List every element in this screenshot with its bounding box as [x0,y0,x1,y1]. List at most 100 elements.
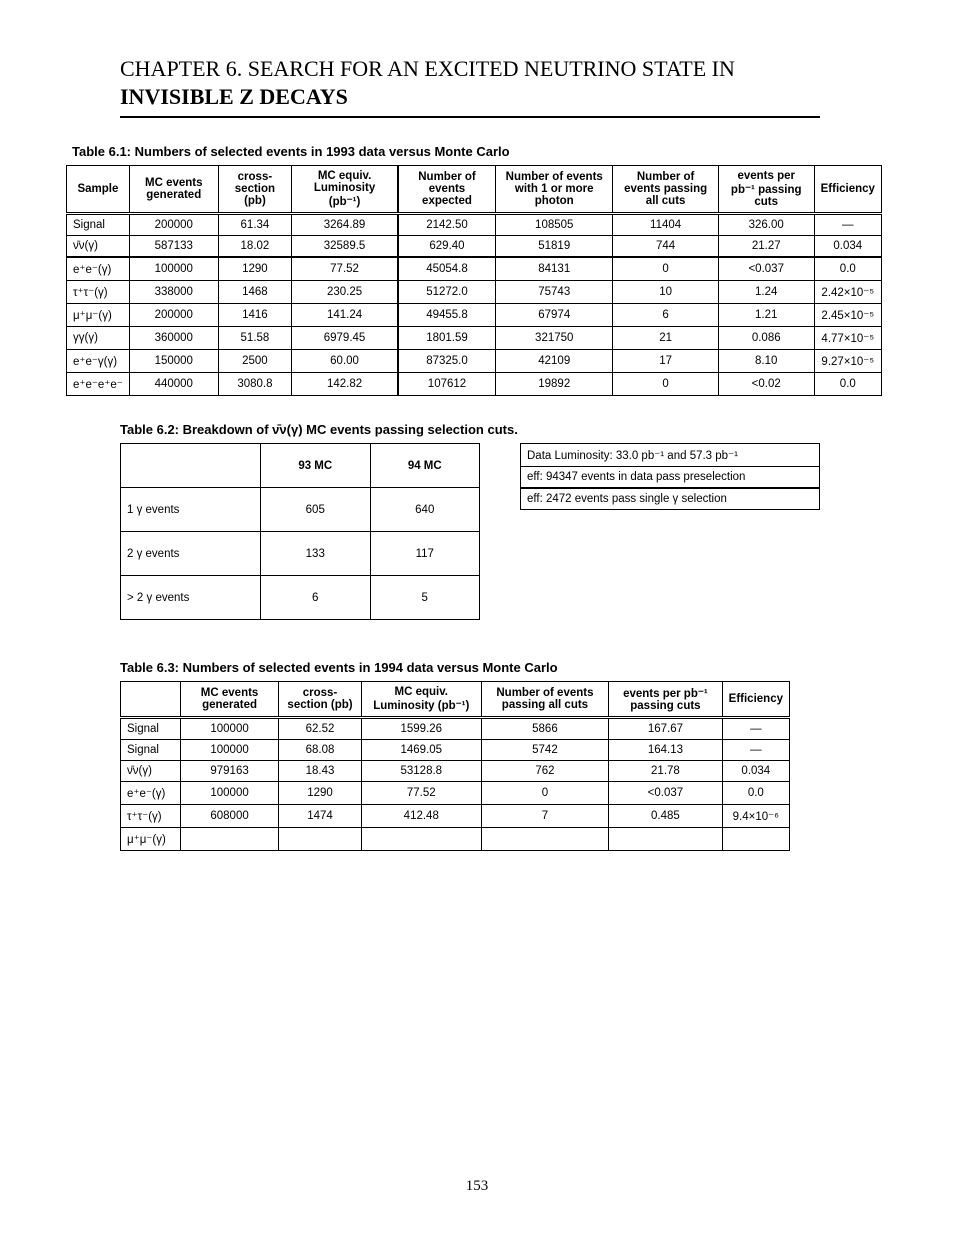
table-cell: Signal [121,740,181,761]
table-cell: 21 [613,327,718,350]
table-cell: 107612 [398,373,496,396]
table-6-2-title: Table 6.2: Breakdown of ν̄ν(γ) MC events… [120,422,882,437]
table-row: Signal20000061.343264.892142.50108505114… [67,214,882,236]
table-cell: 21.27 [718,236,814,258]
col-head: Number of events expected [398,166,496,214]
table-cell: 0.0 [722,782,789,805]
table-cell: 19892 [496,373,613,396]
table-cell: 1290 [279,782,362,805]
table-cell: Signal [121,718,181,740]
table-row: e⁺e⁻e⁺e⁻4400003080.8142.82107612198920<0… [67,373,882,396]
table-cell: 84131 [496,257,613,281]
table-cell: 2 γ events [121,532,261,576]
col-head: Number of events passing all cuts [613,166,718,214]
table-cell: 979163 [181,761,279,782]
table-cell: 117 [370,532,480,576]
note-cell: Data Luminosity: 33.0 pb⁻¹ and 57.3 pb⁻¹ [521,444,820,467]
table-cell: 51.58 [218,327,292,350]
col-head: Number of events passing all cuts [481,682,609,718]
table-cell: 5 [370,576,480,620]
table-cell: <0.037 [718,257,814,281]
table-cell [181,828,279,851]
table-cell: 164.13 [609,740,722,761]
table-cell: > 2 γ events [121,576,261,620]
table-cell: τ⁺τ⁻(γ) [121,805,181,828]
col-head: cross-section (pb) [279,682,362,718]
col-head: MC events generated [181,682,279,718]
table-6-2-note: Data Luminosity: 33.0 pb⁻¹ and 57.3 pb⁻¹… [520,443,820,510]
table-cell: 1.21 [718,304,814,327]
table-cell: 42109 [496,350,613,373]
table-cell: e⁺e⁻γ(γ) [67,350,130,373]
table-cell: 17 [613,350,718,373]
col-head: MC equiv. Luminosity (pb⁻¹) [292,166,398,214]
page-number: 153 [0,1178,954,1195]
table-row: μ⁺μ⁻(γ)2000001416141.2449455.86797461.21… [67,304,882,327]
table-cell: 338000 [129,281,218,304]
table-cell: 1290 [218,257,292,281]
table-cell: 133 [261,532,371,576]
table-cell: 60.00 [292,350,398,373]
col-head: Sample [67,166,130,214]
table-cell: — [722,740,789,761]
col-head: MC equiv. Luminosity (pb⁻¹) [361,682,481,718]
table-cell: 18.02 [218,236,292,258]
table-cell: 100000 [181,740,279,761]
page-title-line1: CHAPTER 6. SEARCH FOR AN EXCITED NEUTRIN… [120,56,882,82]
table-cell: 142.82 [292,373,398,396]
table-cell: 1469.05 [361,740,481,761]
table-cell [722,828,789,851]
table-cell: 440000 [129,373,218,396]
table-cell: 32589.5 [292,236,398,258]
table-cell: 3264.89 [292,214,398,236]
table-row: Signal10000062.521599.265866167.67— [121,718,790,740]
table-cell: 1416 [218,304,292,327]
col-head: 93 MC [261,444,371,488]
table-cell: ν̄ν(γ) [67,236,130,258]
table-row: τ⁺τ⁻(γ)6080001474412.4870.4859.4×10⁻⁶ [121,805,790,828]
table-cell: 321750 [496,327,613,350]
table-cell: e⁺e⁻(γ) [121,782,181,805]
table-cell: 6 [613,304,718,327]
table-cell: 67974 [496,304,613,327]
table-cell [481,828,609,851]
table-cell: 75743 [496,281,613,304]
table-cell: 6 [261,576,371,620]
table-cell: 0.0 [814,257,881,281]
table-row: ν̄ν(γ)97916318.4353128.876221.780.034 [121,761,790,782]
table-cell: 100000 [181,782,279,805]
table-cell: 412.48 [361,805,481,828]
table-cell: 1 γ events [121,488,261,532]
table-cell: 2.42×10⁻⁵ [814,281,881,304]
table-cell: e⁺e⁻(γ) [67,257,130,281]
table-cell: 200000 [129,214,218,236]
table-cell: 9.4×10⁻⁶ [722,805,789,828]
table-cell: 141.24 [292,304,398,327]
col-head: cross-section (pb) [218,166,292,214]
table-cell: 8.10 [718,350,814,373]
table-cell: 2500 [218,350,292,373]
table-cell: 167.67 [609,718,722,740]
table-cell: Signal [67,214,130,236]
table-6-2: 93 MC 94 MC 1 γ events6056402 γ events13… [120,443,480,620]
table-row: 2 γ events133117 [121,532,480,576]
table-cell: 230.25 [292,281,398,304]
table-cell: 9.27×10⁻⁵ [814,350,881,373]
table-cell: <0.037 [609,782,722,805]
table-cell: 605 [261,488,371,532]
table-cell: 77.52 [292,257,398,281]
table-cell: 608000 [181,805,279,828]
table-cell [609,828,722,851]
table-cell: 1468 [218,281,292,304]
table-cell: 1474 [279,805,362,828]
col-head: Efficiency [814,166,881,214]
table-cell: 51819 [496,236,613,258]
table-cell: 5866 [481,718,609,740]
table-row: > 2 γ events65 [121,576,480,620]
table-cell: 0 [613,257,718,281]
table-cell: μ⁺μ⁻(γ) [67,304,130,327]
col-head: events per pb⁻¹ passing cuts [718,166,814,214]
table-cell: 0.034 [722,761,789,782]
table-cell: 0 [481,782,609,805]
col-head: Efficiency [722,682,789,718]
